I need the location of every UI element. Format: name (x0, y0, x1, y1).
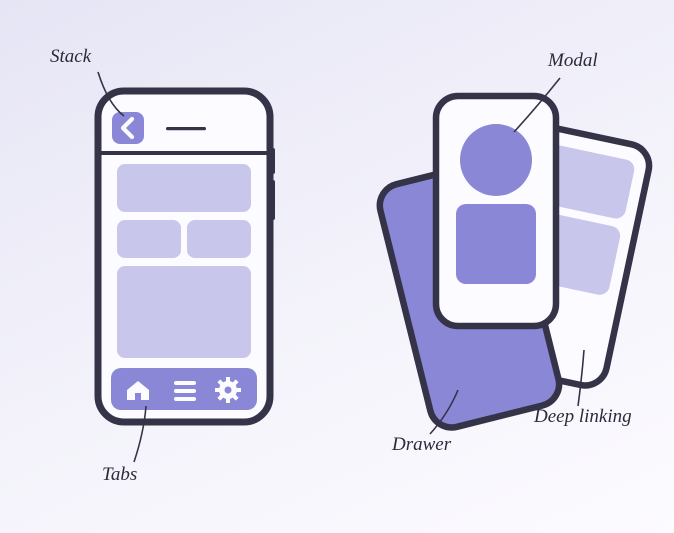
tab-menu[interactable] (174, 381, 196, 401)
label-deep-linking: Deep linking (534, 406, 632, 428)
content-block (117, 266, 251, 358)
phone-modal (436, 96, 556, 326)
content-block (187, 220, 251, 258)
menu-icon-bar (174, 397, 196, 401)
label-tabs: Tabs (102, 464, 137, 486)
content-block (117, 220, 181, 258)
back-button[interactable] (112, 112, 144, 144)
modal-body-block (456, 204, 536, 284)
phone-speaker (166, 127, 206, 130)
diagram-canvas (0, 0, 674, 533)
label-stack: Stack (50, 46, 91, 68)
phone-left (98, 91, 275, 422)
label-modal: Modal (548, 50, 598, 72)
label-drawer: Drawer (392, 434, 451, 456)
phone-side-button-2 (270, 180, 275, 220)
modal-avatar (460, 124, 532, 196)
menu-icon-bar (174, 381, 196, 385)
tab-settings[interactable] (215, 377, 241, 403)
phone-side-button (270, 148, 275, 174)
menu-icon-bar (174, 389, 196, 393)
content-block (117, 164, 251, 212)
